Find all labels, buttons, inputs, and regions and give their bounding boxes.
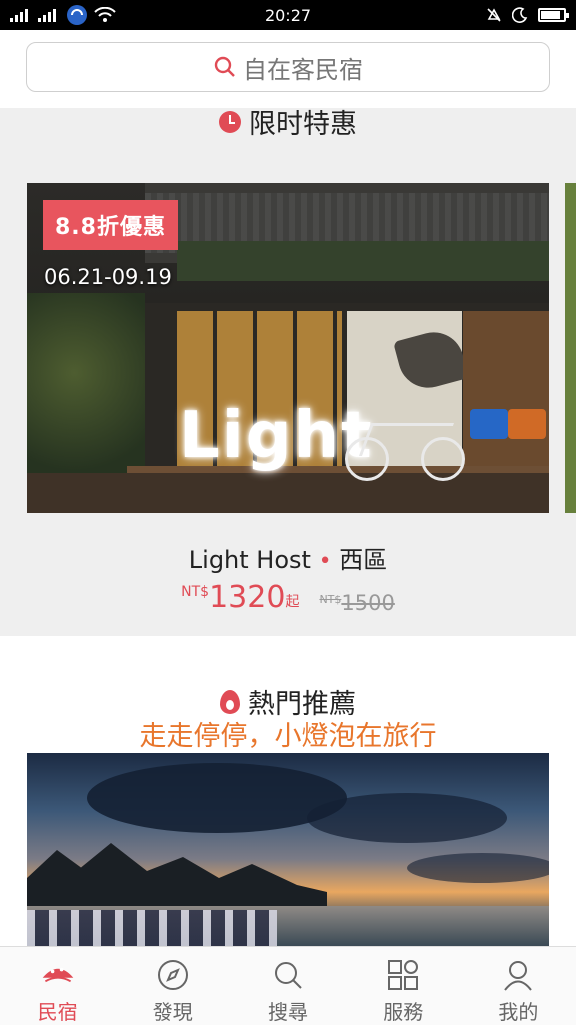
nav-item-services[interactable]: 服務	[346, 947, 461, 1025]
price-row: NT$ 1320 起 NT$ 1500	[0, 580, 576, 615]
nav-item-profile[interactable]: 我的	[461, 947, 576, 1025]
nav-item-discover[interactable]: 發現	[115, 947, 230, 1025]
popular-subtitle[interactable]: 走走停停，小燈泡在旅行	[0, 714, 576, 753]
services-grid-icon	[385, 957, 421, 992]
nav-label-homestay: 民宿	[37, 1000, 78, 1024]
price-currency: NT$	[181, 584, 210, 600]
bottom-nav: 民宿 發現 搜尋 服務 我的	[0, 946, 576, 1025]
current-price: NT$ 1320 起	[181, 580, 299, 615]
next-promo-card-peek[interactable]	[565, 183, 576, 513]
original-price-value: 1500	[341, 591, 395, 615]
search-icon	[270, 957, 306, 992]
status-bar: 20:27	[0, 0, 576, 30]
battery-icon	[538, 8, 569, 22]
separator-dot: •	[318, 549, 332, 574]
user-icon	[500, 957, 536, 992]
host-name: Light Host	[188, 546, 311, 574]
discount-badge: 8.8折優惠	[43, 200, 178, 250]
bicycle-image	[345, 411, 465, 483]
promo-card[interactable]: Light 8.8折優惠 06.21-09.19	[27, 183, 549, 513]
price-suffix: 起	[285, 594, 300, 610]
flash-sale-heading: 限时特惠	[0, 102, 576, 141]
fire-icon	[220, 689, 240, 714]
nav-item-homestay[interactable]: 民宿	[0, 947, 115, 1025]
nav-label-profile: 我的	[498, 1000, 539, 1024]
original-currency: NT$	[319, 593, 342, 606]
compass-icon	[155, 957, 191, 992]
date-range: 06.21-09.19	[44, 265, 172, 289]
popular-section: 熱門推薦 走走停停，小燈泡在旅行	[0, 636, 576, 946]
flash-sale-title: 限时特惠	[249, 109, 357, 140]
status-time: 20:27	[264, 5, 312, 25]
price-value: 1320	[209, 580, 286, 615]
nav-item-search[interactable]: 搜尋	[230, 947, 345, 1025]
flash-sale-section: 限时特惠 Light 8.8折優惠 06.21-09.19 Light Host…	[0, 108, 576, 636]
nav-label-search: 搜尋	[268, 1000, 308, 1024]
search-icon	[214, 56, 235, 77]
homestay-icon	[40, 957, 76, 992]
nav-label-discover: 發現	[152, 1000, 193, 1024]
featured-image[interactable]	[27, 753, 549, 946]
host-title[interactable]: Light Host • 西區	[0, 540, 576, 575]
original-price: NT$ 1500	[319, 591, 394, 615]
search-input[interactable]: 自在客民宿	[26, 42, 550, 92]
search-area: 自在客民宿	[0, 30, 576, 108]
clock-icon	[219, 110, 241, 133]
host-district: 西區	[339, 546, 388, 574]
nav-label-services: 服務	[383, 1000, 424, 1024]
search-placeholder: 自在客民宿	[243, 55, 363, 84]
